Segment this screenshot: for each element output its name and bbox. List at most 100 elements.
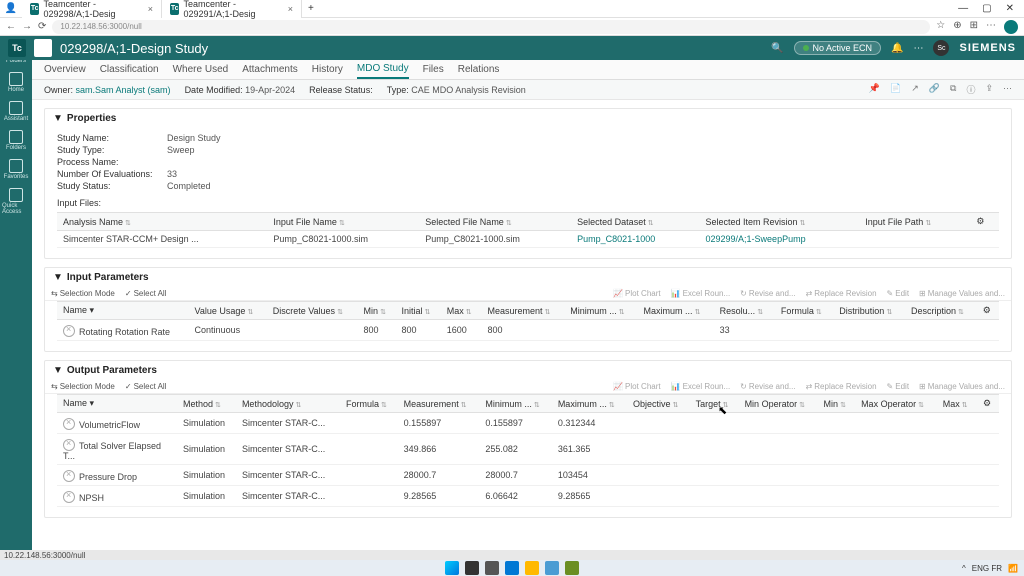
- col-value-usage[interactable]: Value Usage⇅: [189, 302, 267, 320]
- col-input-file-name[interactable]: Input File Name⇅: [267, 213, 419, 231]
- excel-round-btn[interactable]: 📊 Excel Roun...: [671, 382, 731, 391]
- pin-icon[interactable]: ⊕: [953, 20, 961, 34]
- col-formula[interactable]: Formula⇅: [340, 395, 398, 413]
- table-row[interactable]: Pressure Drop SimulationSimcenter STAR-C…: [57, 465, 999, 486]
- selection-mode-btn[interactable]: ⇆ Selection Mode: [51, 289, 115, 298]
- col-selected-item-revision[interactable]: Selected Item Revision⇅: [700, 213, 860, 231]
- user-avatar[interactable]: Sc: [933, 40, 949, 56]
- col-min-operator[interactable]: Min Operator⇅: [739, 395, 818, 413]
- col-discrete[interactable]: Discrete Values⇅: [267, 302, 358, 320]
- start-button[interactable]: [445, 561, 459, 575]
- back-button[interactable]: ←: [6, 21, 16, 32]
- url-input[interactable]: 10.22.148.56:3000/null: [52, 20, 930, 34]
- taskbar-app[interactable]: [545, 561, 559, 575]
- rail-quick-access[interactable]: Quick Access: [2, 185, 30, 218]
- close-icon[interactable]: ×: [288, 4, 293, 14]
- replace-revision-btn[interactable]: ⇄ Replace Revision: [806, 289, 877, 298]
- col-max[interactable]: Max⇅: [441, 302, 482, 320]
- maximize-button[interactable]: ▢: [982, 3, 991, 14]
- remove-icon[interactable]: [63, 470, 75, 482]
- manage-values-btn[interactable]: ⊞ Manage Values and...: [919, 289, 1005, 298]
- more-icon[interactable]: ⋯: [1003, 83, 1012, 96]
- revise-btn[interactable]: ↻ Revise and...: [740, 289, 795, 298]
- reload-button[interactable]: ⟳: [38, 21, 46, 32]
- col-selected-file-name[interactable]: Selected File Name⇅: [419, 213, 571, 231]
- col-formula[interactable]: Formula⇅: [775, 302, 833, 320]
- select-all-btn[interactable]: ✓ Select All: [125, 382, 167, 391]
- menu-icon[interactable]: ⋯: [986, 20, 996, 34]
- revision-link[interactable]: 029299/A;1-SweepPump: [700, 231, 860, 248]
- rail-assistant[interactable]: Assistant: [2, 98, 30, 125]
- open-icon[interactable]: ↗: [911, 83, 919, 96]
- col-description[interactable]: Description⇅: [905, 302, 977, 320]
- plot-chart-btn[interactable]: 📈 Plot Chart: [613, 289, 661, 298]
- tab-attachments[interactable]: Attachments: [242, 61, 298, 78]
- bell-icon[interactable]: 🔔: [891, 43, 903, 54]
- taskbar-app2[interactable]: [565, 561, 579, 575]
- owner-link[interactable]: sam.Sam Analyst (sam): [76, 85, 171, 95]
- rail-home[interactable]: Home: [2, 69, 30, 96]
- remove-icon[interactable]: [63, 439, 75, 451]
- minimize-button[interactable]: —: [958, 3, 968, 14]
- taskbar-explorer[interactable]: [525, 561, 539, 575]
- browser-tab-1[interactable]: Tc Teamcenter - 029291/A;1-Desig ×: [162, 0, 302, 18]
- edit-btn[interactable]: ✎ Edit: [887, 382, 910, 391]
- search-icon[interactable]: 🔍: [771, 43, 783, 54]
- col-minimum[interactable]: Minimum ...⇅: [564, 302, 637, 320]
- tray-lang[interactable]: ENG FR: [972, 564, 1002, 573]
- col-methodology[interactable]: Methodology⇅: [236, 395, 340, 413]
- table-row[interactable]: Simcenter STAR-CCM+ Design ... Pump_C802…: [57, 231, 999, 248]
- taskbar-edge[interactable]: [505, 561, 519, 575]
- dataset-link[interactable]: Pump_C8021-1000: [571, 231, 699, 248]
- new-window-icon[interactable]: ⧉: [950, 83, 956, 96]
- col-analysis-name[interactable]: Analysis Name⇅: [57, 213, 267, 231]
- rail-favorites[interactable]: Favorites: [2, 156, 30, 183]
- info-icon[interactable]: ⓘ: [966, 83, 975, 96]
- properties-header[interactable]: ▼ Properties: [45, 109, 1011, 128]
- table-settings-icon[interactable]: ⚙: [977, 395, 999, 413]
- pin-icon[interactable]: 📌: [869, 83, 880, 96]
- excel-round-btn[interactable]: 📊 Excel Roun...: [671, 289, 731, 298]
- rail-folders2[interactable]: Folders: [2, 127, 30, 154]
- col-measurement[interactable]: Measurement⇅: [481, 302, 564, 320]
- col-target[interactable]: Target⇅: [690, 395, 739, 413]
- table-row[interactable]: Rotating Rotation Rate Continuous 800 80…: [57, 320, 999, 341]
- table-settings-icon[interactable]: ⚙: [970, 213, 999, 231]
- table-settings-icon[interactable]: ⚙: [977, 302, 999, 320]
- tab-overview[interactable]: Overview: [44, 61, 86, 78]
- tray-wifi-icon[interactable]: 📶: [1008, 564, 1018, 573]
- col-selected-dataset[interactable]: Selected Dataset⇅: [571, 213, 699, 231]
- manage-values-btn[interactable]: ⊞ Manage Values and...: [919, 382, 1005, 391]
- col-initial[interactable]: Initial⇅: [396, 302, 441, 320]
- col-max[interactable]: Max⇅: [937, 395, 977, 413]
- more-icon[interactable]: ⋯: [913, 43, 923, 54]
- forward-button[interactable]: →: [22, 21, 32, 32]
- output-parameters-header[interactable]: ▼ Output Parameters: [45, 361, 1011, 380]
- select-all-btn[interactable]: ✓ Select All: [125, 289, 167, 298]
- remove-icon[interactable]: [63, 418, 75, 430]
- ecn-badge[interactable]: No Active ECN: [794, 41, 882, 55]
- col-maximum[interactable]: Maximum ...⇅: [552, 395, 627, 413]
- col-input-file-path[interactable]: Input File Path⇅: [859, 213, 970, 231]
- content-scroll[interactable]: ▼ Properties Study Name:Design Study Stu…: [32, 100, 1024, 550]
- col-resolution[interactable]: Resolu...⇅: [714, 302, 775, 320]
- col-min[interactable]: Min⇅: [358, 302, 396, 320]
- share-icon[interactable]: ⇪: [985, 83, 993, 96]
- input-parameters-header[interactable]: ▼ Input Parameters: [45, 268, 1011, 287]
- tc-logo[interactable]: Tc: [8, 39, 26, 57]
- col-method[interactable]: Method⇅: [177, 395, 236, 413]
- new-tab-button[interactable]: +: [302, 3, 320, 14]
- table-row[interactable]: VolumetricFlow SimulationSimcenter STAR-…: [57, 413, 999, 434]
- table-row[interactable]: NPSH SimulationSimcenter STAR-C... 9.285…: [57, 486, 999, 507]
- close-icon[interactable]: ×: [148, 4, 153, 14]
- col-min[interactable]: Min⇅: [818, 395, 856, 413]
- replace-revision-btn[interactable]: ⇄ Replace Revision: [806, 382, 877, 391]
- col-maximum[interactable]: Maximum ...⇅: [638, 302, 714, 320]
- taskbar-taskview[interactable]: [485, 561, 499, 575]
- col-max-operator[interactable]: Max Operator⇅: [855, 395, 937, 413]
- star-icon[interactable]: ☆: [936, 20, 945, 34]
- remove-icon[interactable]: [63, 325, 75, 337]
- col-minimum[interactable]: Minimum ...⇅: [479, 395, 551, 413]
- tray-chevron-icon[interactable]: ^: [962, 564, 966, 573]
- tab-history[interactable]: History: [312, 61, 343, 78]
